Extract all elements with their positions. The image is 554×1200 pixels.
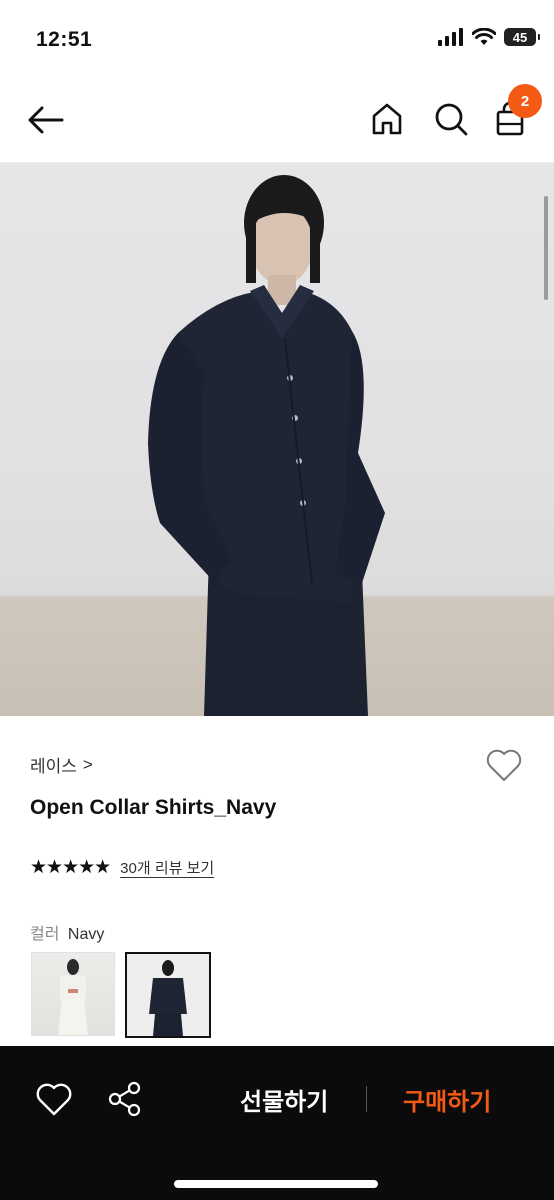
model-photo bbox=[148, 175, 385, 716]
color-value: Navy bbox=[67, 926, 105, 943]
review-link[interactable]: 30개 리뷰 보기 bbox=[120, 857, 214, 878]
battery-icon: 45 bbox=[504, 28, 540, 46]
wifi-icon bbox=[472, 28, 496, 45]
buy-button[interactable]: 구매하기 bbox=[403, 1082, 491, 1117]
color-selector-label: 컬러 Navy bbox=[30, 920, 104, 944]
brand-link[interactable]: 레이스 > bbox=[30, 752, 93, 777]
like-heart-icon[interactable] bbox=[34, 1080, 74, 1118]
status-icons: 45 bbox=[438, 28, 540, 46]
gift-button[interactable]: 선물하기 bbox=[240, 1082, 328, 1117]
search-icon[interactable] bbox=[430, 98, 472, 140]
status-time: 12:51 bbox=[36, 28, 93, 51]
product-title: Open Collar Shirts_Navy bbox=[30, 796, 277, 819]
wishlist-heart-icon[interactable] bbox=[484, 746, 524, 784]
color-swatch-ivory[interactable] bbox=[31, 952, 115, 1036]
rating-stars: ★★★★★ bbox=[30, 857, 111, 878]
status-bar: 12:51 45 bbox=[0, 0, 554, 80]
brand-name: 레이스 bbox=[30, 757, 77, 776]
signal-icon bbox=[438, 28, 463, 46]
chevron-right-icon: > bbox=[82, 754, 93, 774]
cart-count-badge: 2 bbox=[508, 84, 542, 118]
home-icon[interactable] bbox=[366, 98, 408, 140]
swatch-ivory-image bbox=[58, 959, 88, 1035]
share-icon[interactable] bbox=[106, 1080, 144, 1118]
home-indicator bbox=[174, 1180, 378, 1188]
bottom-action-bar: 선물하기 구매하기 bbox=[0, 1046, 554, 1200]
scrollbar[interactable] bbox=[544, 196, 548, 300]
color-label: 컬러 bbox=[30, 926, 60, 943]
divider bbox=[366, 1086, 367, 1112]
rating-row: ★★★★★ 30개 리뷰 보기 bbox=[30, 856, 214, 879]
swatch-navy-image bbox=[149, 960, 187, 1036]
top-nav bbox=[0, 80, 554, 163]
product-image[interactable] bbox=[0, 163, 554, 716]
back-arrow-icon[interactable] bbox=[22, 100, 66, 140]
color-swatch-navy[interactable] bbox=[125, 952, 211, 1038]
